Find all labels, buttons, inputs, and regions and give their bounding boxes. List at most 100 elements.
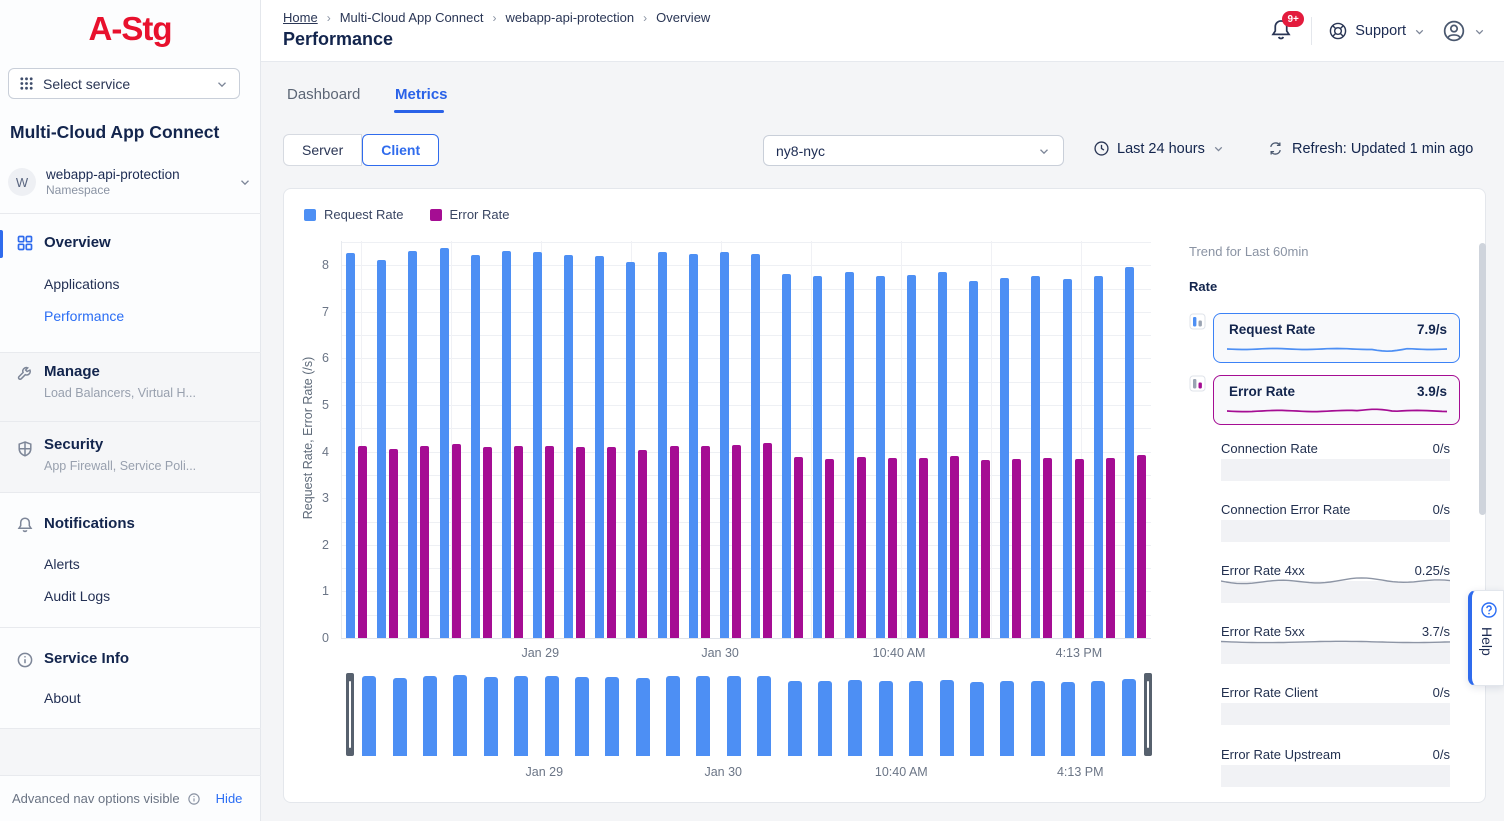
error-rate-bar[interactable] bbox=[420, 446, 429, 638]
request-rate-bar[interactable] bbox=[1031, 276, 1040, 638]
legend-item-error-rate[interactable]: Error Rate bbox=[430, 207, 510, 222]
error-rate-bar[interactable] bbox=[794, 457, 803, 638]
trend-card-error-rate[interactable]: Error Rate 3.9/s bbox=[1213, 375, 1460, 425]
sidebar-item-alerts[interactable]: Alerts bbox=[44, 556, 80, 572]
namespace-selector[interactable]: W webapp-api-protection Namespace bbox=[8, 165, 252, 199]
error-rate-bar[interactable] bbox=[825, 459, 834, 638]
support-menu[interactable]: Support bbox=[1328, 21, 1426, 41]
error-rate-bars-icon[interactable] bbox=[1189, 375, 1206, 392]
tab-metrics[interactable]: Metrics bbox=[395, 86, 448, 103]
breadcrumb-namespace[interactable]: webapp-api-protection bbox=[506, 10, 635, 25]
error-rate-bar[interactable] bbox=[545, 446, 554, 638]
breadcrumb-product[interactable]: Multi-Cloud App Connect bbox=[340, 10, 484, 25]
error-rate-bar[interactable] bbox=[483, 447, 492, 638]
request-rate-bar[interactable] bbox=[907, 275, 916, 638]
error-rate-bar[interactable] bbox=[670, 446, 679, 638]
request-rate-bar[interactable] bbox=[377, 260, 386, 638]
navigator-handle-left[interactable] bbox=[346, 673, 354, 756]
request-rate-bar[interactable] bbox=[440, 248, 449, 638]
sidebar-item-performance[interactable]: Performance bbox=[44, 308, 124, 324]
request-rate-bar[interactable] bbox=[969, 281, 978, 638]
error-rate-bar[interactable] bbox=[389, 449, 398, 638]
sidebar-item-applications[interactable]: Applications bbox=[44, 276, 120, 292]
metric-row[interactable]: Error Rate 4xx0.25/s bbox=[1221, 563, 1450, 605]
request-rate-bar[interactable] bbox=[782, 274, 791, 638]
sidebar-item-notifications[interactable]: Notifications bbox=[44, 515, 135, 532]
request-rate-bar[interactable] bbox=[533, 252, 542, 638]
metric-row[interactable]: Error Rate Upstream0/s bbox=[1221, 747, 1450, 789]
request-rate-bars-icon[interactable] bbox=[1189, 313, 1206, 330]
request-rate-bar[interactable] bbox=[689, 254, 698, 638]
trend-card-request-rate[interactable]: Request Rate 7.9/s bbox=[1213, 313, 1460, 363]
error-rate-bar[interactable] bbox=[1106, 458, 1115, 638]
sidebar-item-security[interactable]: Security bbox=[44, 436, 103, 453]
request-rate-bar[interactable] bbox=[938, 272, 947, 638]
notifications-bell-button[interactable]: 9+ bbox=[1269, 18, 1295, 44]
info-icon bbox=[16, 651, 34, 669]
request-rate-bar[interactable] bbox=[1125, 267, 1134, 638]
error-rate-bar[interactable] bbox=[607, 447, 616, 638]
request-rate-bar[interactable] bbox=[626, 262, 635, 638]
divider bbox=[0, 492, 261, 493]
error-rate-bar[interactable] bbox=[701, 446, 710, 638]
error-rate-bar[interactable] bbox=[638, 450, 647, 638]
sidebar-item-service-info[interactable]: Service Info bbox=[44, 650, 129, 667]
request-rate-bar[interactable] bbox=[1094, 276, 1103, 638]
error-rate-bar[interactable] bbox=[763, 443, 772, 638]
breadcrumb-home[interactable]: Home bbox=[283, 10, 318, 25]
toggle-client-button[interactable]: Client bbox=[362, 134, 439, 166]
time-range-dropdown[interactable]: Last 24 hours bbox=[1093, 140, 1225, 157]
error-rate-bar[interactable] bbox=[732, 445, 741, 638]
navigator-handle-right[interactable] bbox=[1144, 673, 1152, 756]
error-rate-bar[interactable] bbox=[514, 446, 523, 638]
tab-dashboard[interactable]: Dashboard bbox=[287, 86, 360, 103]
request-rate-bar[interactable] bbox=[471, 255, 480, 638]
sidebar-item-manage[interactable]: Manage bbox=[44, 363, 100, 380]
request-rate-bar[interactable] bbox=[346, 253, 355, 638]
legend-item-request-rate[interactable]: Request Rate bbox=[304, 207, 404, 222]
request-rate-bar[interactable] bbox=[658, 252, 667, 638]
request-rate-bar[interactable] bbox=[595, 256, 604, 638]
error-rate-bar[interactable] bbox=[1075, 459, 1084, 638]
error-rate-bar[interactable] bbox=[950, 456, 959, 638]
refresh-button[interactable]: Refresh: Updated 1 min ago bbox=[1267, 140, 1473, 157]
error-rate-bar[interactable] bbox=[358, 446, 367, 638]
toggle-server-button[interactable]: Server bbox=[283, 134, 362, 166]
request-rate-bar[interactable] bbox=[876, 276, 885, 638]
error-rate-bar[interactable] bbox=[1137, 455, 1146, 638]
request-rate-bar[interactable] bbox=[845, 272, 854, 638]
request-rate-bar[interactable] bbox=[502, 251, 511, 638]
error-rate-bar[interactable] bbox=[1012, 459, 1021, 638]
request-rate-bar[interactable] bbox=[1063, 279, 1072, 638]
sidebar-item-overview[interactable]: Overview bbox=[44, 234, 111, 251]
error-rate-bar[interactable] bbox=[1043, 458, 1052, 638]
sidebar-item-about[interactable]: About bbox=[44, 690, 81, 706]
request-rate-bar[interactable] bbox=[1000, 278, 1009, 638]
error-rate-bar[interactable] bbox=[452, 444, 461, 638]
request-rate-bar[interactable] bbox=[564, 255, 573, 638]
request-rate-bar[interactable] bbox=[813, 276, 822, 638]
request-rate-bar[interactable] bbox=[408, 251, 417, 638]
sidebar-item-audit-logs[interactable]: Audit Logs bbox=[44, 588, 110, 604]
navigator-bar bbox=[696, 676, 710, 756]
metric-row[interactable]: Connection Rate0/s bbox=[1221, 441, 1450, 483]
metric-row[interactable]: Connection Error Rate0/s bbox=[1221, 502, 1450, 544]
help-button[interactable]: Help bbox=[1468, 590, 1504, 686]
navigator-x-tick: Jan 29 bbox=[504, 765, 584, 779]
metric-row[interactable]: Error Rate Client0/s bbox=[1221, 685, 1450, 727]
select-service-dropdown[interactable]: Select service bbox=[8, 68, 240, 99]
error-rate-bar[interactable] bbox=[981, 460, 990, 638]
metric-row[interactable]: Error Rate 5xx3.7/s bbox=[1221, 624, 1450, 666]
sidebar: A-Stg Select service Multi-Cloud App Con… bbox=[0, 0, 261, 821]
error-rate-bar[interactable] bbox=[919, 458, 928, 638]
hide-nav-button[interactable]: Hide bbox=[216, 791, 243, 806]
error-rate-bar[interactable] bbox=[857, 457, 866, 638]
breadcrumb-overview[interactable]: Overview bbox=[656, 10, 710, 25]
user-account-menu[interactable] bbox=[1442, 19, 1486, 43]
site-selector-dropdown[interactable]: ny8-nyc bbox=[763, 135, 1064, 166]
error-rate-bar[interactable] bbox=[576, 447, 585, 638]
request-rate-bar[interactable] bbox=[751, 254, 760, 638]
error-rate-bar[interactable] bbox=[888, 458, 897, 638]
request-rate-bar[interactable] bbox=[720, 252, 729, 638]
trend-panel-scrollbar[interactable] bbox=[1479, 243, 1486, 515]
